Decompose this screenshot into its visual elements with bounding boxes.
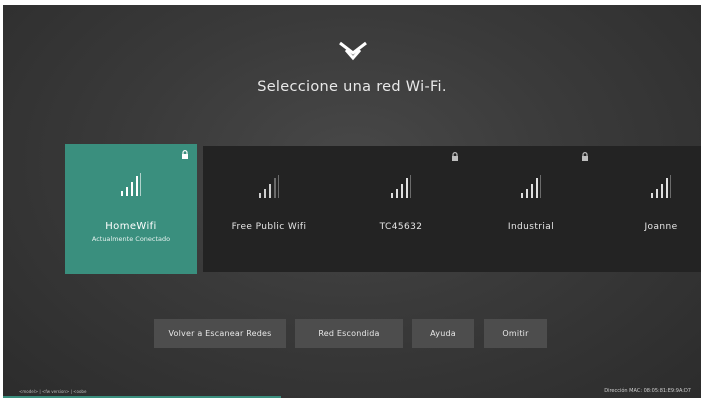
network-card-homewifi[interactable]: HomeWifi Actualmente Conectado [65,144,197,274]
page-title: Seleccione una red Wi-Fi. [257,79,447,95]
lock-icon [452,152,458,161]
wifi-setup-screen: Seleccione una red Wi-Fi. HomeWifi Actua… [3,5,701,398]
network-card-free-public-wifi[interactable]: Free Public Wifi [203,146,335,272]
wifi-signal-bars-icon [521,175,541,198]
skip-button[interactable]: Omitir [484,319,547,348]
vizio-v-logo-icon [339,41,367,61]
lock-icon [582,152,588,161]
lock-icon [182,150,188,159]
device-info: <model> | <fw version> | <oobe [19,389,87,394]
network-name: HomeWifi [105,221,157,232]
hidden-network-button[interactable]: Red Escondida [295,319,403,348]
action-buttons: Volver a Escanear Redes Red Escondida Ay… [3,319,701,349]
wifi-signal-bars-icon [651,175,671,198]
help-button[interactable]: Ayuda [412,319,474,348]
network-card-industrial[interactable]: Industrial [465,146,597,272]
network-name: TC45632 [379,222,423,232]
wifi-signal-bars-icon [259,175,279,198]
wifi-signal-bars-icon [121,173,141,196]
rescan-networks-button[interactable]: Volver a Escanear Redes [154,319,286,348]
mac-address: Dirección MAC: 08:05:81:E9:9A:D7 [604,388,691,394]
network-name: Joanne [644,222,678,232]
network-card-tc45632[interactable]: TC45632 [335,146,467,272]
network-name: Industrial [507,222,555,232]
wifi-signal-bars-icon [391,175,411,198]
network-status: Actualmente Conectado [91,235,171,243]
network-list: HomeWifi Actualmente Conectado Free Publ… [65,144,701,276]
network-name: Free Public Wifi [231,222,307,232]
network-card-joanne[interactable]: Joanne [595,146,701,272]
